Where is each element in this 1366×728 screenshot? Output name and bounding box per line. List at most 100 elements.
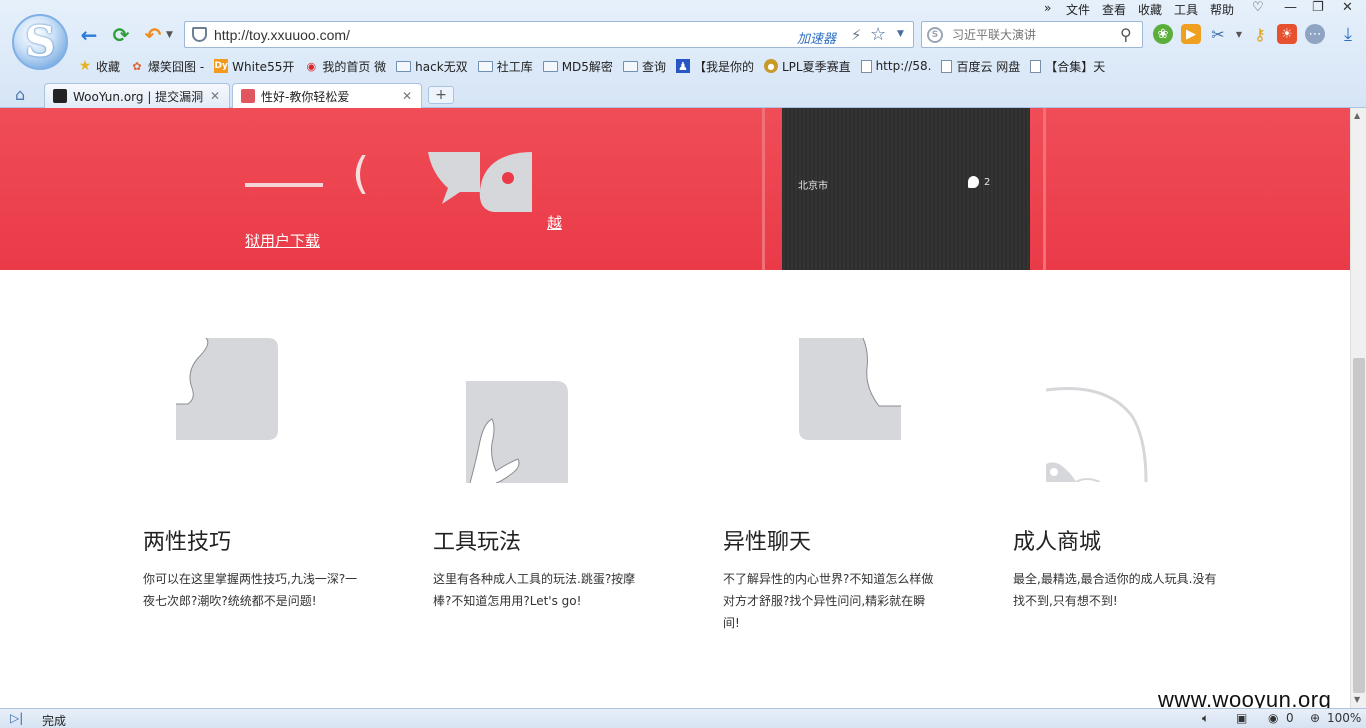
bookmark-favorites[interactable]: ★ 收藏	[78, 58, 120, 75]
skin-icon[interactable]: ♡	[1252, 0, 1264, 15]
toy-usage-icon	[466, 381, 568, 483]
search-input[interactable]	[952, 26, 1112, 44]
folder-icon	[542, 60, 558, 72]
scissors-dropdown-icon[interactable]: ▼	[1229, 24, 1249, 44]
scrollbar-thumb[interactable]	[1353, 358, 1365, 693]
bookmark-item[interactable]: Dy White55开	[214, 58, 294, 75]
phone-preview: 北京市 2	[782, 108, 1030, 270]
download-icon[interactable]: ⤓	[1338, 24, 1358, 45]
status-text: 完成	[42, 714, 67, 728]
menu-tools[interactable]: 工具	[1174, 1, 1198, 18]
bookmark-item[interactable]: ✿ 爆笑囧图 -	[130, 58, 204, 75]
chat-logo-icon	[428, 152, 532, 212]
restore-button[interactable]: ❐	[1312, 0, 1324, 15]
bookmark-item[interactable]: http://58.	[860, 59, 931, 73]
feature-title: 两性技巧	[143, 530, 232, 555]
bookmark-folder[interactable]: MD5解密	[542, 58, 613, 75]
security-shield-icon	[192, 27, 207, 42]
bookmark-item[interactable]: ◉ 我的首页 微	[304, 58, 387, 75]
jailbreak-link[interactable]: 越	[547, 212, 562, 233]
more-tools-icon[interactable]: ⋯	[1305, 24, 1325, 44]
feature-desc: 不了解异性的内心世界?不知道怎么样做对方才舒服?找个异性问问,精彩就在瞬间!	[723, 572, 934, 630]
flower-icon: ✿	[132, 59, 142, 73]
bookmark-item[interactable]: ♟ 【我是你的	[675, 58, 754, 75]
back-arrow-icon: ←	[80, 23, 98, 47]
lpl-icon: ●	[763, 59, 778, 73]
feature-desc: 最全,最精选,最合适你的成人玩具.没有找不到,只有想不到!	[1013, 572, 1217, 608]
search-engine-icon[interactable]: S	[927, 27, 943, 43]
bookmark-star-icon[interactable]: ☆	[870, 24, 886, 45]
adult-shop-icon	[1046, 386, 1148, 482]
adblock-count: 0	[1286, 711, 1294, 725]
bookmark-folder[interactable]: 查询	[622, 58, 666, 75]
close-tab-icon[interactable]: ✕	[210, 89, 220, 103]
zoom-level[interactable]: 100%	[1327, 711, 1361, 725]
dy-icon: Dy	[214, 59, 229, 73]
decor-paren: (	[352, 148, 370, 199]
minimize-button[interactable]: —	[1284, 0, 1297, 15]
paw-icon: ♟	[675, 59, 690, 73]
address-dropdown-icon[interactable]: ▼	[897, 29, 904, 39]
home-icon[interactable]: ⌂	[15, 85, 25, 104]
bookmark-item[interactable]: ● LPL夏季赛直	[763, 58, 851, 75]
feature-title: 成人商城	[1013, 530, 1102, 555]
wooyun-favicon	[53, 89, 67, 103]
close-window-button[interactable]: ✕	[1342, 0, 1353, 15]
menu-help[interactable]: 帮助	[1210, 1, 1234, 18]
tab-xinghao[interactable]: 性好-教你轻松爱 ✕	[232, 83, 422, 108]
adblock-icon[interactable]: ◉	[1268, 711, 1278, 725]
status-play-icon[interactable]: ▷|	[10, 711, 23, 725]
scissors-icon[interactable]: ✂	[1208, 24, 1228, 44]
menu-more[interactable]: »	[1044, 1, 1051, 15]
refresh-icon: ⟳	[112, 23, 130, 47]
address-bar[interactable]: http://toy.xxuuoo.com/ 加速器 ⚡︎ ☆ ▼	[184, 21, 914, 48]
page-scrollbar[interactable]: ▲ ▼	[1350, 108, 1366, 708]
undo-dropdown-caret[interactable]: ▼	[166, 30, 173, 40]
divider-line	[762, 108, 765, 270]
back-button[interactable]: ←	[76, 22, 102, 48]
feature-title: 异性聊天	[723, 530, 812, 555]
hero-banner: ( 狱用户下载 越 北京市 2	[0, 108, 1350, 270]
undo-close-button[interactable]: ↶	[140, 22, 166, 48]
volume-icon[interactable]: 🔈︎	[1202, 711, 1209, 726]
network-icon[interactable]: ▣	[1236, 711, 1247, 725]
menu-favorites[interactable]: 收藏	[1138, 1, 1162, 18]
star-icon: ★	[78, 58, 92, 74]
search-icon[interactable]: ⚲	[1120, 25, 1132, 44]
search-box[interactable]: S ⚲	[921, 21, 1143, 48]
sogou-browser-logo[interactable]: S	[12, 14, 68, 70]
sidebar-icon[interactable]: ▶	[1181, 24, 1201, 44]
address-url[interactable]: http://toy.xxuuoo.com/	[214, 27, 350, 43]
folder-icon	[396, 60, 412, 72]
bookmark-folder[interactable]: 社工库	[477, 58, 533, 75]
menu-file[interactable]: 文件	[1066, 1, 1090, 18]
phone-city-label: 北京市	[798, 181, 828, 192]
close-tab-icon[interactable]: ✕	[402, 89, 412, 103]
heart-favicon	[241, 89, 255, 103]
refresh-button[interactable]: ⟳	[108, 22, 134, 48]
undo-icon: ↶	[144, 23, 162, 47]
bookmark-folder[interactable]: hack无双	[396, 58, 468, 75]
leaf-icon[interactable]: ❀	[1153, 24, 1173, 44]
divider-line	[1043, 108, 1046, 270]
security-icon[interactable]: ☀	[1277, 24, 1297, 44]
page-icon	[941, 59, 953, 73]
browser-chrome: S ← ⟳ ↶ ▼ http://toy.xxuuoo.com/ 加速器 ⚡︎ …	[0, 0, 1366, 108]
logo-s-glyph: S	[25, 17, 56, 66]
decor-dash	[245, 183, 323, 187]
scroll-up-arrow-icon[interactable]: ▲	[1354, 111, 1360, 120]
bookmarks-bar: ★ 收藏 ✿ 爆笑囧图 - Dy White55开 ◉ 我的首页 微 hack无双 社工…	[78, 56, 1115, 76]
lightning-icon[interactable]: ⚡︎	[851, 26, 862, 44]
tab-strip: ⌂ WooYun.org | 提交漏洞 ✕ 性好-教你轻松爱 ✕ +	[0, 82, 1366, 108]
tab-wooyun[interactable]: WooYun.org | 提交漏洞 ✕	[44, 83, 230, 108]
jailbreak-download-link[interactable]: 狱用户下载	[245, 230, 320, 251]
menu-view[interactable]: 查看	[1102, 1, 1126, 18]
zoom-icon[interactable]: ⊕	[1310, 711, 1320, 725]
new-tab-button[interactable]: +	[428, 86, 454, 104]
accelerator-button[interactable]: 加速器	[797, 28, 836, 47]
bookmark-item[interactable]: 【合集】天	[1030, 58, 1105, 75]
scroll-down-arrow-icon[interactable]: ▼	[1354, 695, 1360, 704]
key-icon[interactable]: ⚷	[1250, 24, 1270, 44]
bookmark-item[interactable]: 百度云 网盘	[941, 58, 1020, 75]
web-page: ( 狱用户下载 越 北京市 2 两性技巧 你可以在这里掌握两性技巧,九浅一深?一…	[0, 108, 1350, 708]
